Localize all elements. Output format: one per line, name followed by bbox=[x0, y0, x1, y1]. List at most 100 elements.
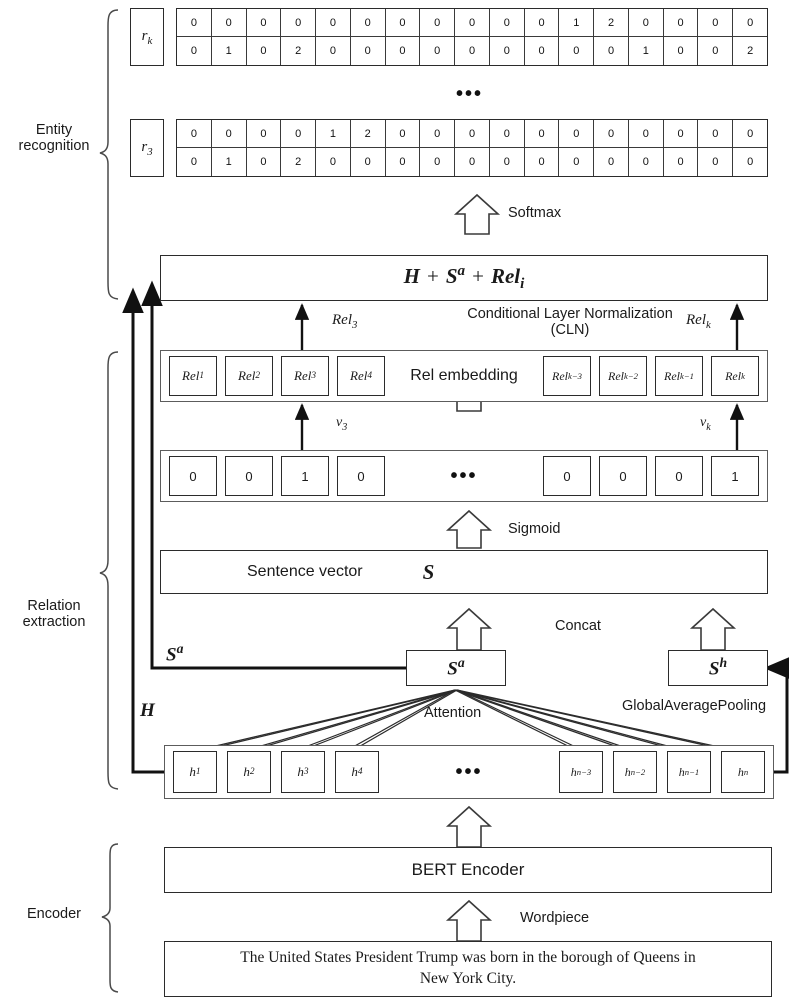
rel-chips-right: Rel k−3 Rel k−2 Rel k−1 Rel k bbox=[543, 356, 759, 396]
tag-matrix-cell: 0 bbox=[211, 120, 247, 148]
section-label-relation-extraction: Relation extraction bbox=[22, 598, 86, 630]
relation-vector-cell: 1 bbox=[711, 456, 759, 496]
relation-vector-ellipsis: ••• bbox=[450, 465, 478, 487]
tag-matrix-cell: 0 bbox=[281, 9, 317, 37]
tag-matrix-cell: 0 bbox=[733, 9, 768, 37]
hidden-state-chip-subscript: n bbox=[743, 767, 749, 777]
block-arrow-softmax bbox=[453, 193, 501, 235]
relation-vector-cell: 0 bbox=[337, 456, 385, 496]
rel-embedding-chip-subscript: 4 bbox=[367, 371, 372, 381]
tag-matrix-cell: 0 bbox=[386, 148, 421, 176]
attention-output-box-Sa: Sa bbox=[406, 650, 506, 686]
tag-matrix-cell: 0 bbox=[455, 37, 490, 65]
rel-embedding-title: Rel embedding bbox=[410, 367, 518, 384]
sentence-vector-symbol: S bbox=[422, 559, 435, 584]
tag-matrix-cell: 0 bbox=[525, 148, 560, 176]
tag-matrix-cell: 0 bbox=[247, 148, 282, 176]
tag-matrix-cell: 0 bbox=[316, 9, 351, 37]
brace-entity-recognition bbox=[99, 9, 119, 300]
tag-matrix-cell: 0 bbox=[664, 37, 699, 65]
relation-vector-left: 0010 bbox=[169, 456, 385, 496]
label-concat: Concat bbox=[555, 618, 601, 634]
edge-label-relk: Relk bbox=[686, 312, 711, 331]
tag-matrix-cell: 0 bbox=[455, 9, 490, 37]
rel-embedding-chip-base: Rel bbox=[552, 368, 569, 383]
edge-label-rel3: Rel3 bbox=[332, 312, 358, 331]
tag-matrix-cell: 0 bbox=[211, 9, 247, 37]
tag-matrix-cell: 0 bbox=[316, 37, 351, 65]
tag-matrix-cell: 0 bbox=[385, 9, 421, 37]
skip-label-H: H bbox=[140, 700, 155, 721]
edge-label-vk: vk bbox=[700, 415, 711, 433]
tag-matrix-cell: 0 bbox=[594, 120, 629, 148]
block-arrow-bert-output bbox=[445, 805, 493, 848]
tag-matrix-cell: 0 bbox=[246, 9, 282, 37]
tag-matrix-cell: 0 bbox=[664, 148, 699, 176]
tag-matrix-cell: 0 bbox=[524, 120, 560, 148]
tag-matrix-cell: 0 bbox=[281, 120, 317, 148]
tag-matrix-cell: 0 bbox=[524, 9, 560, 37]
tag-matrix-cell: 0 bbox=[594, 37, 629, 65]
hidden-state-chip: h3 bbox=[281, 751, 325, 793]
tag-matrix-cell: 0 bbox=[351, 37, 386, 65]
tag-matrix-cell: 0 bbox=[525, 37, 560, 65]
hidden-state-chip-subscript: n−1 bbox=[684, 767, 700, 777]
tag-matrix-cell: 0 bbox=[698, 148, 734, 176]
tag-matrix-cell: 0 bbox=[490, 148, 525, 176]
brace-relation-extraction bbox=[99, 351, 119, 790]
hidden-chips-right: h n−3 h n−2 h n−1 h n bbox=[559, 751, 765, 793]
skip-label-Sa: Sa bbox=[166, 641, 184, 666]
tag-matrix-cell: 0 bbox=[420, 148, 456, 176]
hidden-state-chip: hn bbox=[721, 751, 765, 793]
hidden-state-chip: h n−1 bbox=[667, 751, 711, 793]
rel-embedding-chip-base: Rel bbox=[182, 368, 200, 383]
tag-matrix-cell: 0 bbox=[559, 120, 595, 148]
pooling-output-box-Sh: Sh bbox=[668, 650, 768, 686]
tag-matrix-cell: 0 bbox=[559, 37, 595, 65]
hidden-state-chip-subscript: n−3 bbox=[576, 767, 592, 777]
bert-encoder-title: BERT Encoder bbox=[411, 860, 525, 879]
hidden-state-chip: h n−3 bbox=[559, 751, 603, 793]
hidden-state-chip-subscript: 2 bbox=[249, 767, 255, 777]
tag-matrix-rk: 0000000000012000001020000000001002 bbox=[176, 8, 768, 66]
rel-embedding-chip-base: Rel bbox=[350, 368, 368, 383]
tag-row-label-rk: rk bbox=[130, 8, 164, 66]
rel-embedding-chip-subscript: 2 bbox=[255, 371, 260, 381]
tag-matrix-cell: 0 bbox=[385, 120, 421, 148]
hidden-states-ellipsis: ••• bbox=[455, 761, 483, 783]
tag-matrix-cell: 0 bbox=[628, 120, 664, 148]
bert-encoder-box: BERT Encoder bbox=[164, 847, 772, 893]
rel-embedding-chip-base: Rel bbox=[238, 368, 256, 383]
tag-matrix-cell: 0 bbox=[386, 37, 421, 65]
rel-embedding-chip-base: Rel bbox=[608, 368, 625, 383]
tag-matrix-cell: 1 bbox=[212, 37, 247, 65]
tag-row-label-r3: r3 bbox=[130, 119, 164, 177]
tag-matrix-cell: 0 bbox=[698, 120, 734, 148]
rel-embedding-chip: Rel k bbox=[711, 356, 759, 396]
rel-embedding-chip-subscript: k bbox=[741, 371, 745, 381]
rel-embedding-chip-subscript: 1 bbox=[199, 371, 204, 381]
sentence-vector-title: Sentence vector bbox=[247, 563, 363, 580]
tag-matrix-row: 00001200000000000 bbox=[177, 120, 768, 148]
rel-chips-left: Rel 1 Rel 2 Rel 3 Rel 4 bbox=[169, 356, 385, 396]
tag-matrix-cell: 0 bbox=[698, 9, 734, 37]
rel-embedding-chip: Rel 2 bbox=[225, 356, 273, 396]
cln-caption: Conditional Layer Normalization (CLN) bbox=[467, 306, 673, 338]
rel-embedding-chip-subscript: 3 bbox=[311, 371, 316, 381]
tag-matrix-cell: 0 bbox=[420, 9, 456, 37]
rel-embedding-chip-base: Rel bbox=[294, 368, 312, 383]
relation-vector-cell: 0 bbox=[169, 456, 217, 496]
tag-matrix-cell: 2 bbox=[594, 9, 629, 37]
tag-matrix-cell: 0 bbox=[177, 37, 212, 65]
tag-matrix-cell: 1 bbox=[212, 148, 247, 176]
tag-matrix-cell: 1 bbox=[559, 9, 595, 37]
rel-embedding-chip: Rel k−2 bbox=[599, 356, 647, 396]
rel-embedding-chip-base: Rel bbox=[664, 368, 681, 383]
tag-matrix-row: 00000000000120000 bbox=[177, 9, 768, 37]
tag-matrix-cell: 2 bbox=[281, 148, 317, 176]
tag-matrix-cell: 0 bbox=[246, 120, 282, 148]
hidden-states-band: h1h2h3h4 ••• h n−3 h n−2 h n−1 h n bbox=[164, 745, 774, 799]
hidden-state-chip: h1 bbox=[173, 751, 217, 793]
hidden-state-chip-subscript: 4 bbox=[357, 767, 363, 777]
tag-matrix-cell: 2 bbox=[350, 120, 386, 148]
